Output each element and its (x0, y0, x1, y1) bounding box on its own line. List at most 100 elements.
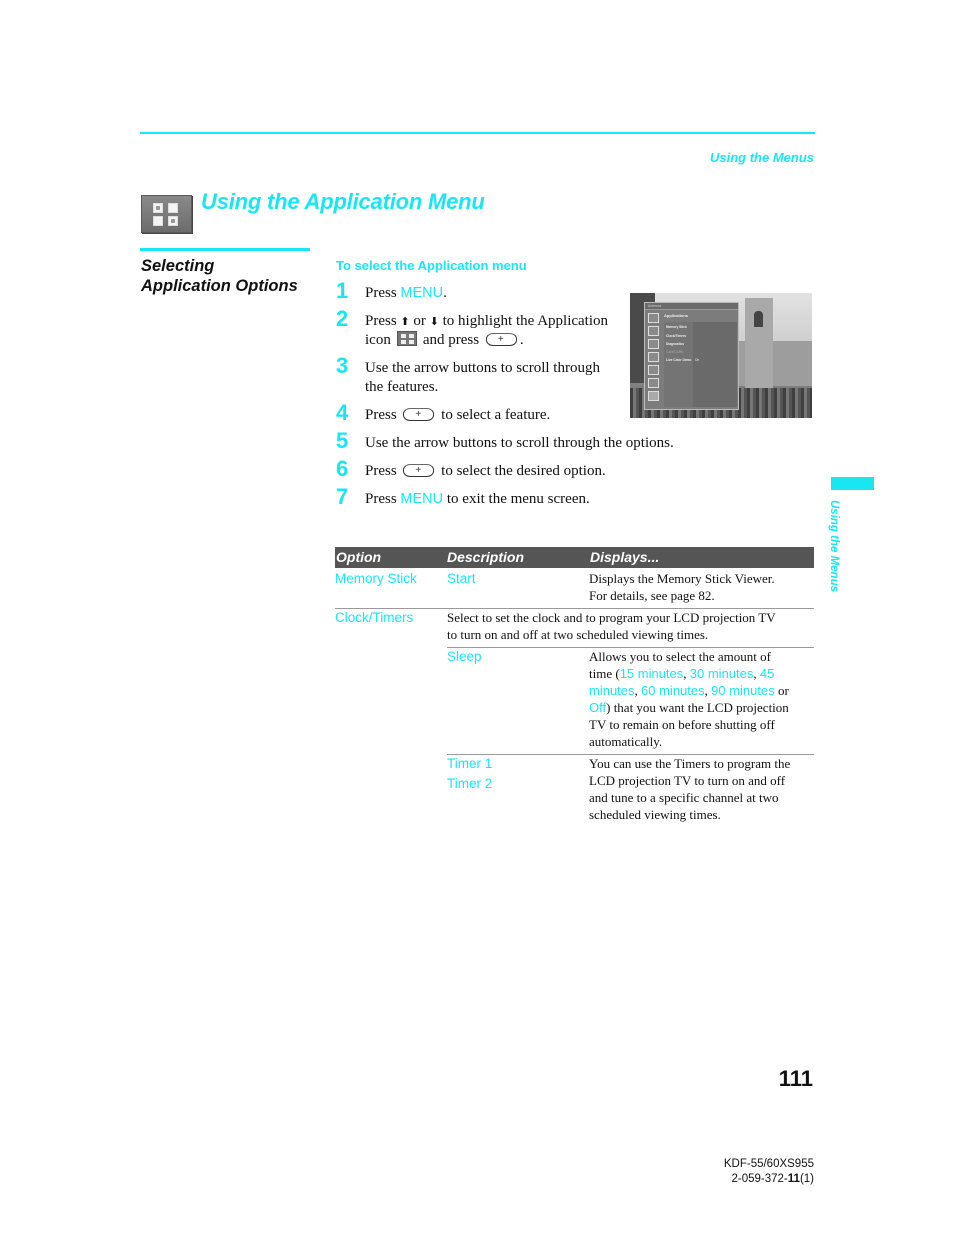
header-displays: Displays... (590, 549, 660, 565)
displays-text: Allows you to select the amount of (589, 649, 771, 664)
description-timer-1: Timer 1 (447, 756, 493, 771)
enter-button-icon (403, 405, 435, 424)
step-text-part: and press (422, 332, 480, 348)
sleep-option-15: 15 minutes (619, 666, 684, 681)
menu-keyword: MENU (400, 491, 444, 507)
text-part: or (774, 683, 789, 698)
displays-text: Off) that you want the LCD projection (589, 699, 789, 716)
sleep-option-60: 60 minutes (641, 683, 705, 698)
application-icon-square (153, 203, 163, 213)
displays-text: TV to remain on before shutting off (589, 717, 775, 732)
step-text-line2: icon and press . (365, 330, 524, 350)
osd-item-value: On (695, 358, 700, 362)
step-text-part: Press (365, 407, 397, 423)
osd-item: CableCARD (666, 350, 684, 354)
enter-button-icon (403, 461, 435, 480)
step-number: 1 (336, 278, 349, 303)
part-number-bold: 11 (787, 1172, 800, 1185)
step-text-part: to exit the menu screen. (443, 491, 590, 507)
step-text-part: Press (365, 463, 397, 479)
photo-tower-window (754, 311, 763, 327)
footer: KDF-55/60XS955 2-059-372-11(1) (724, 1157, 814, 1186)
step-text-part: to select the desired option. (441, 463, 606, 479)
displays-text: Displays the Memory Stick Viewer. (589, 571, 775, 586)
osd-item: Live Color Demo (666, 358, 692, 362)
description-text: to turn on and off at two scheduled view… (447, 627, 709, 642)
step-text-line2: the features. (365, 379, 439, 395)
options-table: Option Description Displays... Memory St… (335, 547, 814, 822)
text-part: ) that you want the LCD projection (606, 700, 789, 715)
menu-keyword: MENU (400, 285, 444, 301)
tv-menu-screenshot: Antenna Applications Memory Stick Clock/… (630, 293, 812, 418)
step-text: Press to select a feature. (365, 405, 551, 425)
step-text: Press to select the desired option. (365, 461, 606, 481)
application-icon-square (153, 216, 163, 226)
osd-title-bar: Antenna (645, 303, 738, 310)
table-header: Option Description Displays... (335, 547, 814, 568)
procedure-heading: To select the Application menu (336, 258, 527, 273)
up-arrow-icon: ⬆ (400, 315, 410, 328)
displays-text: and tune to a specific channel at two (589, 790, 779, 805)
osd-application-icon (648, 391, 659, 401)
application-icon (396, 331, 417, 346)
description-start: Start (447, 571, 476, 586)
option-clock-timers: Clock/Timers (335, 610, 414, 625)
osd-menu-icon (648, 378, 659, 388)
osd-menu-icon (648, 339, 659, 349)
model-number: KDF-55/60XS955 (723, 1158, 814, 1170)
displays-text: For details, see page 82. (589, 588, 715, 603)
step-text-part: Press (365, 491, 401, 507)
sleep-option-45-cont: minutes (589, 683, 635, 698)
down-arrow-icon: ⬇ (429, 315, 439, 328)
sleep-option-90: 90 minutes (711, 683, 775, 698)
displays-text: minutes, 60 minutes, 90 minutes or (589, 683, 789, 698)
description-timer-2: Timer 2 (447, 776, 493, 791)
sleep-option-30: 30 minutes (689, 666, 754, 681)
step-text: Press ⬆ or ⬇ to highlight the Applicatio… (365, 312, 608, 331)
osd-menu-icon (648, 352, 659, 362)
text-part: time ( (589, 666, 620, 681)
osd-list: Memory Stick Clock/Timers Diagnostics Ca… (664, 322, 737, 407)
part-number-suffix: (1) (799, 1172, 814, 1185)
displays-text: LCD projection TV to turn on and off (589, 773, 786, 788)
step-text: Press MENU to exit the menu screen. (365, 490, 590, 509)
part-number: 2-059-372-11(1) (724, 1172, 815, 1187)
osd-menu-title: Applications (664, 313, 689, 318)
description-text: Select to set the clock and to program y… (447, 610, 776, 625)
displays-text: automatically. (589, 734, 663, 749)
step-number: 7 (336, 484, 349, 509)
step-text-part: icon (365, 332, 391, 348)
header-description: Description (447, 549, 525, 565)
displays-text: scheduled viewing times. (589, 807, 721, 822)
section-rule (140, 248, 310, 251)
enter-button-icon (485, 330, 517, 349)
application-icon-square (168, 203, 178, 213)
step-number: 2 (336, 306, 349, 331)
osd-menu-icon (648, 326, 659, 336)
osd-menu: Antenna Applications Memory Stick Clock/… (644, 302, 739, 410)
section-title: Selecting Application Options (141, 256, 298, 296)
osd-menu-icon (648, 365, 659, 375)
sleep-option-off: Off (589, 700, 607, 715)
osd-icon-column (648, 313, 661, 404)
top-rule (140, 132, 815, 134)
step-text-part: Press (365, 285, 401, 301)
osd-item: Clock/Timers (666, 334, 686, 338)
step-text-part: Press (365, 313, 401, 329)
step-text: Use the arrow buttons to scroll through … (365, 435, 674, 451)
osd-menu-icon (648, 313, 659, 323)
step-number: 5 (336, 428, 349, 453)
page-number: 111 (778, 1066, 813, 1091)
chapter-tab-label: Using the Menus (828, 500, 840, 593)
section-title-line1: Selecting (141, 257, 215, 275)
step-text-part: or (409, 313, 430, 329)
step-text-part: to select a feature. (441, 407, 551, 423)
osd-value-pane (693, 322, 737, 407)
displays-text: You can use the Timers to program the (589, 756, 791, 771)
sleep-option-45: 45 (759, 666, 775, 681)
step-number: 6 (336, 456, 349, 481)
option-memory-stick: Memory Stick (335, 571, 417, 586)
displays-text: time (15 minutes, 30 minutes, 45 (589, 666, 775, 681)
page-title: Using the Application Menu (201, 189, 485, 214)
step-number: 3 (336, 353, 349, 378)
